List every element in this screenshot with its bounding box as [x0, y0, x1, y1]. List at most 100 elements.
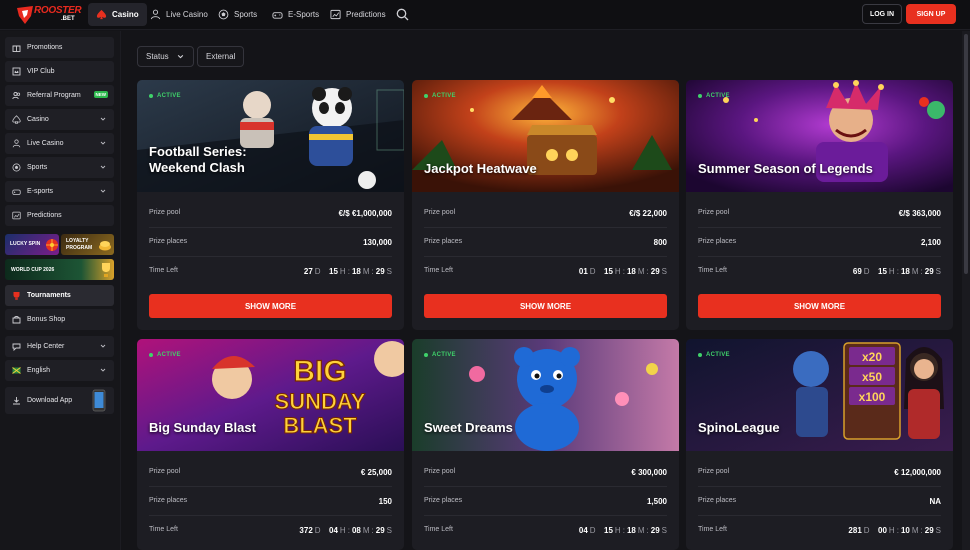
sidebar-item-label: Download App	[27, 397, 73, 404]
tab-live-casino[interactable]: Live Casino	[142, 3, 216, 26]
unit-days: D	[863, 526, 870, 535]
lucky-spin-tile[interactable]: LUCKY SPIN	[5, 234, 59, 255]
prize-places-value: NA	[929, 497, 941, 506]
prize-pool-value: € 25,000	[360, 468, 392, 477]
prize-pool-label: Prize pool	[424, 468, 456, 475]
countdown-hours: 15	[604, 267, 613, 276]
countdown-hours: 15	[329, 267, 338, 276]
tab-label: Predictions	[346, 10, 386, 19]
separator: :	[622, 526, 625, 535]
separator: :	[622, 267, 625, 276]
show-more-button[interactable]: SHOW MORE	[424, 294, 667, 318]
phone-icon	[92, 389, 106, 412]
prize-pool-value: €/$ 363,000	[898, 209, 941, 218]
login-button[interactable]: LOG IN	[862, 4, 902, 24]
chevron-down-icon	[100, 368, 106, 372]
countdown-hours: 00	[878, 526, 887, 535]
trophy-icon	[102, 263, 110, 277]
countdown: 69 D 15 H:18 M:29 S	[853, 267, 941, 276]
time-left-row: Time Left 372 D 04 H:08 M:29 S	[149, 517, 392, 545]
tab-esports[interactable]: E-Sports	[264, 3, 327, 26]
countdown-minutes: 18	[626, 267, 636, 276]
sidebar-item-language[interactable]: English	[5, 360, 114, 381]
sidebar-item-predictions[interactable]: Predictions	[5, 205, 114, 226]
sidebar-item-vip-club[interactable]: VIP Club	[5, 61, 114, 82]
unit-days: D	[589, 267, 596, 276]
sidebar-item-sports[interactable]: Sports	[5, 157, 114, 178]
person-icon	[12, 139, 21, 148]
sidebar-item-download-app[interactable]: Download App	[5, 387, 114, 414]
time-left-row: Time Left 281 D 00 H:10 M:29 S	[698, 517, 941, 545]
sidebar-item-bonus-shop[interactable]: Bonus Shop	[5, 309, 114, 330]
sidebar-item-tournaments[interactable]: Tournaments	[5, 285, 114, 306]
prize-places-label: Prize places	[149, 497, 188, 504]
tournament-card: ACTIVE Summer Season of Legends Prize po…	[686, 80, 953, 330]
show-more-button[interactable]: SHOW MORE	[698, 294, 941, 318]
tournament-card: ACTIVE Sweet Dreams Prize pool € 300,000 …	[412, 339, 679, 550]
countdown-hours: 15	[604, 526, 613, 535]
ball-icon	[218, 9, 229, 20]
sidebar-item-label: English	[27, 367, 50, 374]
tournament-title: Football Series: Weekend Clash	[149, 144, 247, 176]
gift-icon	[12, 45, 21, 52]
new-badge: NEW	[93, 91, 108, 98]
help-icon	[12, 343, 21, 351]
tournament-title: SpinoLeague	[698, 420, 780, 436]
time-left-row: Time Left 01 D 15 H:18 M:29 S	[424, 258, 667, 286]
countdown-days: 281	[848, 526, 862, 535]
sidebar-item-promotions[interactable]: Promotions	[5, 37, 114, 58]
external-filter[interactable]: External	[197, 46, 244, 67]
active-label: ACTIVE	[432, 93, 456, 99]
loyalty-program-tile[interactable]: LOYALTY PROGRAM	[61, 234, 114, 255]
sidebar-item-esports[interactable]: E-sports	[5, 181, 114, 202]
separator: :	[920, 526, 923, 535]
sidebar-item-live-casino[interactable]: Live Casino	[5, 133, 114, 154]
lucky-spin-label: LUCKY SPIN	[10, 241, 41, 247]
title-line-1: Big Sunday Blast	[149, 420, 256, 435]
gamepad-icon	[272, 12, 283, 19]
signup-button[interactable]: SIGN UP	[906, 4, 956, 24]
loyalty-label-1: LOYALTY	[66, 238, 89, 244]
countdown-seconds: 29	[375, 526, 385, 535]
prize-places-label: Prize places	[424, 238, 463, 245]
prize-places-label: Prize places	[698, 497, 737, 504]
sidebar-item-casino[interactable]: Casino	[5, 109, 114, 130]
sidebar-item-label: Referral Program	[27, 92, 81, 99]
prize-places-row: Prize places 1,500	[424, 488, 667, 516]
sidebar-item-label: E-sports	[27, 188, 54, 195]
world-cup-tile[interactable]: WORLD CUP 2026	[5, 259, 114, 280]
tab-predictions[interactable]: Predictions	[322, 3, 394, 26]
prize-pool-row: Prize pool € 25,000	[149, 459, 392, 487]
unit-minutes: M	[637, 526, 645, 535]
prize-places-row: Prize places NA	[698, 488, 941, 516]
shop-icon	[12, 316, 21, 324]
sidebar-item-referral[interactable]: Referral Program NEW	[5, 85, 114, 106]
countdown-minutes: 08	[351, 526, 361, 535]
tab-label: Live Casino	[166, 10, 208, 19]
download-icon	[13, 397, 20, 405]
unit-minutes: M	[362, 267, 370, 276]
unit-days: D	[314, 267, 321, 276]
time-left-label: Time Left	[424, 267, 453, 274]
title-line-1: Summer Season of Legends	[698, 161, 873, 176]
scrollbar-thumb[interactable]	[964, 34, 968, 274]
countdown-days: 04	[578, 526, 588, 535]
prize-places-value: 150	[378, 497, 392, 506]
status-filter[interactable]: Status	[137, 46, 194, 67]
separator: :	[920, 267, 923, 276]
tournament-card: x20 x50 x100 ACTIVE SpinoLeague Prize po…	[686, 339, 953, 550]
unit-days: D	[314, 526, 321, 535]
active-label: ACTIVE	[157, 93, 181, 99]
sidebar-item-help-center[interactable]: Help Center	[5, 336, 114, 357]
rooster-logo[interactable]: ROOSTER .BET	[14, 3, 82, 27]
prize-pool-label: Prize pool	[698, 468, 730, 475]
search-button[interactable]	[392, 4, 412, 24]
countdown-seconds: 29	[650, 267, 660, 276]
tab-sports[interactable]: Sports	[210, 3, 265, 26]
countdown-minutes: 10	[900, 526, 910, 535]
countdown-hours: 04	[329, 526, 338, 535]
show-more-button[interactable]: SHOW MORE	[149, 294, 392, 318]
logo-suffix: .BET	[61, 16, 75, 22]
tab-casino[interactable]: Casino	[88, 3, 147, 26]
prize-pool-label: Prize pool	[149, 468, 181, 475]
